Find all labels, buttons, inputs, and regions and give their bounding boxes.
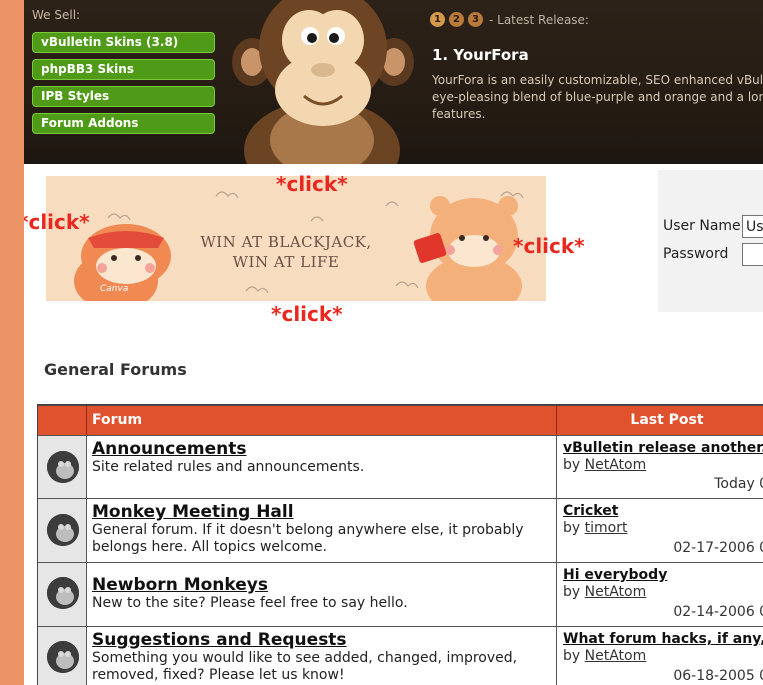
release-description: YourFora is an easily customizable, SEO … [432, 72, 763, 123]
author-link[interactable]: timort [585, 520, 628, 536]
release-desc-line: features. [432, 107, 486, 121]
table-row: Announcements Site related rules and ann… [38, 435, 763, 498]
forum-table: Forum Last Post Announcements Site relat… [37, 404, 763, 685]
click-label: *click* [513, 234, 585, 258]
table-header: Forum Last Post [38, 406, 763, 435]
last-post-link[interactable]: What forum hacks, if any,... [563, 630, 763, 648]
forum-status-icon [47, 641, 79, 673]
forum-description: New to the site? Please feel free to say… [92, 595, 408, 611]
ad-headline-line: WIN AT BLACKJACK, [200, 233, 372, 251]
by-label: by [563, 520, 581, 536]
sell-item-vbulletin-skins[interactable]: vBulletin Skins (3.8) [32, 32, 215, 53]
pager-1-button[interactable]: 1 [430, 12, 445, 27]
sell-item-ipb-styles[interactable]: IPB Styles [32, 86, 215, 107]
header-last-post: Last Post [630, 412, 704, 428]
forum-title-link[interactable]: Suggestions and Requests [92, 630, 550, 650]
by-label: by [563, 584, 581, 600]
click-label: *click* [276, 172, 348, 196]
row-icon-cell [38, 499, 87, 562]
username-label: User Name [663, 218, 741, 234]
last-post-cell: vBulletin release another... by NetAtom … [557, 436, 763, 498]
forum-cell: Monkey Meeting Hall General forum. If it… [87, 499, 557, 562]
by-label: by [563, 648, 581, 664]
forum-title-link[interactable]: Newborn Monkeys [92, 575, 550, 595]
last-post-author: by NetAtom [563, 457, 763, 474]
ad-headline: WIN AT BLACKJACK, WIN AT LIFE [166, 232, 406, 272]
last-post-link[interactable]: Hi everybody [563, 566, 763, 584]
forum-cell: Newborn Monkeys New to the site? Please … [87, 563, 557, 626]
last-post-date: 02-14-2006 01 [673, 604, 763, 620]
last-post-date: Today 02 [714, 476, 763, 492]
last-post-author: by timort [563, 520, 763, 537]
last-post-date: 06-18-2005 05 [673, 668, 763, 684]
author-link[interactable]: NetAtom [585, 584, 647, 600]
password-label: Password [663, 246, 729, 262]
we-sell-label: We Sell: [32, 8, 81, 22]
row-icon-cell [38, 627, 87, 685]
forum-title-link[interactable]: Monkey Meeting Hall [92, 502, 550, 522]
latest-release-label: - Latest Release: [489, 12, 589, 27]
forum-status-icon [47, 451, 79, 483]
click-label: *click* [24, 210, 90, 234]
ad-brand: Canva [100, 284, 129, 294]
by-label: by [563, 457, 581, 473]
section-title: General Forums [44, 360, 187, 379]
login-box: User Name Password [658, 170, 763, 312]
site-header: We Sell: vBulletin Skins (3.8) phpBB3 Sk… [24, 0, 763, 164]
author-link[interactable]: NetAtom [585, 457, 647, 473]
password-input[interactable] [742, 243, 763, 266]
last-post-link[interactable]: Cricket [563, 502, 763, 520]
forum-cell: Suggestions and Requests Something you w… [87, 627, 557, 685]
pager-3-button[interactable]: 3 [468, 12, 483, 27]
left-border [0, 0, 24, 685]
header-forum: Forum [87, 406, 557, 435]
last-post-date: 02-17-2006 01 [673, 540, 763, 556]
last-post-cell: What forum hacks, if any,... by NetAtom … [557, 627, 763, 685]
forum-description: Something you would like to see added, c… [92, 650, 518, 683]
pager-2-button[interactable]: 2 [449, 12, 464, 27]
forum-title-link[interactable]: Announcements [92, 439, 550, 459]
forum-description: General forum. If it doesn't belong anyw… [92, 522, 524, 555]
table-row: Newborn Monkeys New to the site? Please … [38, 562, 763, 626]
release-desc-line: YourFora is an easily customizable, SEO … [432, 73, 763, 87]
page: We Sell: vBulletin Skins (3.8) phpBB3 Sk… [24, 0, 763, 685]
row-icon-cell [38, 436, 87, 498]
last-post-author: by NetAtom [563, 584, 763, 601]
click-label: *click* [271, 302, 343, 326]
release-title[interactable]: 1. YourFora [432, 46, 529, 64]
row-icon-cell [38, 563, 87, 626]
last-post-author: by NetAtom [563, 648, 763, 665]
monkey-mascot-icon [232, 0, 414, 164]
last-post-link[interactable]: vBulletin release another... [563, 439, 763, 457]
forum-description: Site related rules and announcements. [92, 459, 365, 475]
author-link[interactable]: NetAtom [585, 648, 647, 664]
ad-headline-line: WIN AT LIFE [232, 253, 340, 271]
forum-status-icon [47, 577, 79, 609]
sell-item-phpbb3-skins[interactable]: phpBB3 Skins [32, 59, 215, 80]
forum-cell: Announcements Site related rules and ann… [87, 436, 557, 498]
table-row: Suggestions and Requests Something you w… [38, 626, 763, 685]
username-input[interactable] [742, 215, 763, 238]
header-icon-col [38, 406, 87, 435]
table-row: Monkey Meeting Hall General forum. If it… [38, 498, 763, 562]
forum-status-icon [47, 514, 79, 546]
release-desc-line: eye-pleasing blend of blue-purple and or… [432, 90, 763, 104]
last-post-cell: Hi everybody by NetAtom 02-14-2006 01 [557, 563, 763, 626]
release-pager: 1 2 3 - Latest Release: [430, 12, 589, 27]
last-post-cell: Cricket by timort 02-17-2006 01 [557, 499, 763, 562]
sell-item-forum-addons[interactable]: Forum Addons [32, 113, 215, 134]
